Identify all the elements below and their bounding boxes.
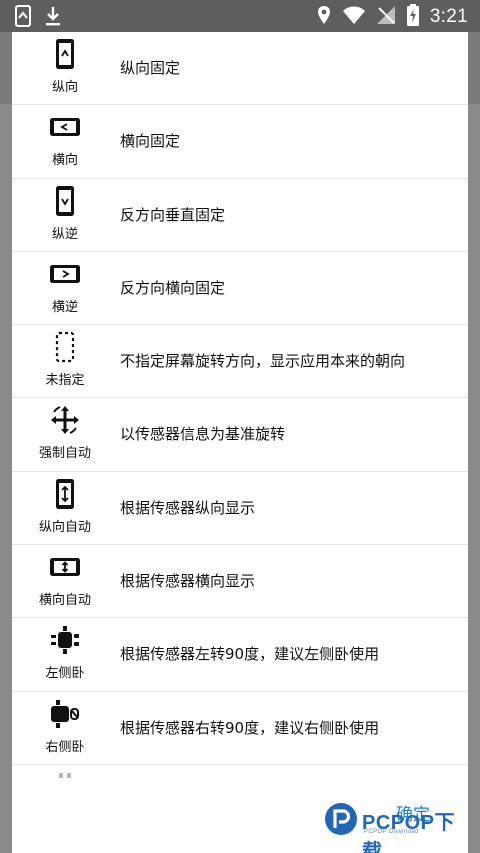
portrait-icon (50, 38, 80, 70)
option-label: 纵向 (51, 80, 78, 95)
force-auto-icon (50, 404, 80, 436)
option-right-side-lying[interactable]: 右侧卧 根据传感器右转90度，建议右侧卧使用 (12, 692, 468, 765)
orientation-option-list[interactable]: 纵向 纵向固定 横向 横向固定 纵逆 反方向垂直固定 横逆 反方向横向固定 未指… (12, 32, 468, 765)
option-label: 未指定 (45, 373, 85, 389)
option-label: 左侧卧 (45, 666, 85, 682)
battery-charging-icon (406, 4, 420, 30)
option-label: 纵逆 (51, 226, 78, 242)
pcpop-watermark: PCPOP下载 PCPOP Download (324, 800, 474, 853)
option-description: 根据传感器右转90度，建议右侧卧使用 (120, 718, 380, 737)
orientation-dialog: 纵向 纵向固定 横向 横向固定 纵逆 反方向垂直固定 横逆 反方向横向固定 未指… (12, 32, 468, 853)
reverse-landscape-icon (50, 258, 80, 290)
option-description: 根据传感器横向显示 (120, 572, 256, 591)
option-reverse-landscape[interactable]: 横逆 反方向横向固定 (12, 252, 468, 326)
option-description: 横向固定 (120, 132, 181, 151)
option-reverse-portrait[interactable]: 纵逆 反方向垂直固定 (12, 179, 468, 252)
status-time: 3:21 (429, 6, 468, 27)
landscape-icon (50, 111, 80, 143)
more-options-hint-icon (58, 765, 74, 778)
status-bar-right: 3:21 (316, 4, 468, 30)
option-landscape[interactable]: 横向 横向固定 (12, 105, 468, 179)
status-bar-left (14, 5, 62, 31)
screen-rotation-app-icon (14, 5, 32, 31)
option-label: 横逆 (51, 299, 78, 315)
option-unspecified[interactable]: 未指定 不指定屏幕旋转方向，显示应用本来的朝向 (12, 325, 468, 399)
option-description: 以传感器信息为基准旋转 (120, 425, 286, 444)
option-portrait-auto[interactable]: 纵向自动 根据传感器纵向显示 (12, 472, 468, 546)
status-bar: 3:21 (0, 0, 480, 32)
landscape-auto-icon (50, 551, 80, 583)
option-description: 反方向垂直固定 (120, 205, 226, 224)
download-icon (44, 5, 62, 31)
option-label: 横向 (51, 153, 78, 169)
option-description: 根据传感器左转90度，建议左侧卧使用 (120, 645, 380, 664)
option-label: 强制自动 (38, 446, 91, 462)
reverse-portrait-icon (50, 185, 80, 217)
portrait-auto-icon (50, 478, 80, 510)
no-sim-icon (376, 5, 396, 29)
option-portrait[interactable]: 纵向 纵向固定 (12, 32, 468, 106)
option-label: 纵向自动 (38, 519, 91, 535)
option-description: 反方向横向固定 (120, 278, 226, 297)
option-description: 根据传感器纵向显示 (120, 498, 256, 517)
unspecified-icon (50, 331, 80, 363)
option-left-side-lying[interactable]: 左侧卧 根据传感器左转90度，建议左侧卧使用 (12, 618, 468, 692)
option-description: 不指定屏幕旋转方向，显示应用本来的朝向 (120, 352, 406, 371)
pcpop-logo-icon (324, 802, 358, 836)
watermark-subtext: PCPOP Download (364, 829, 419, 835)
option-label: 右侧卧 (45, 739, 85, 755)
right-side-lying-icon (50, 698, 80, 730)
location-icon (316, 4, 332, 30)
option-force-auto[interactable]: 强制自动 以传感器信息为基准旋转 (12, 398, 468, 472)
option-description: 纵向固定 (120, 59, 181, 77)
option-label: 横向自动 (38, 593, 91, 609)
left-side-lying-icon (50, 624, 80, 656)
wifi-icon (342, 5, 366, 29)
option-landscape-auto[interactable]: 横向自动 根据传感器横向显示 (12, 545, 468, 619)
